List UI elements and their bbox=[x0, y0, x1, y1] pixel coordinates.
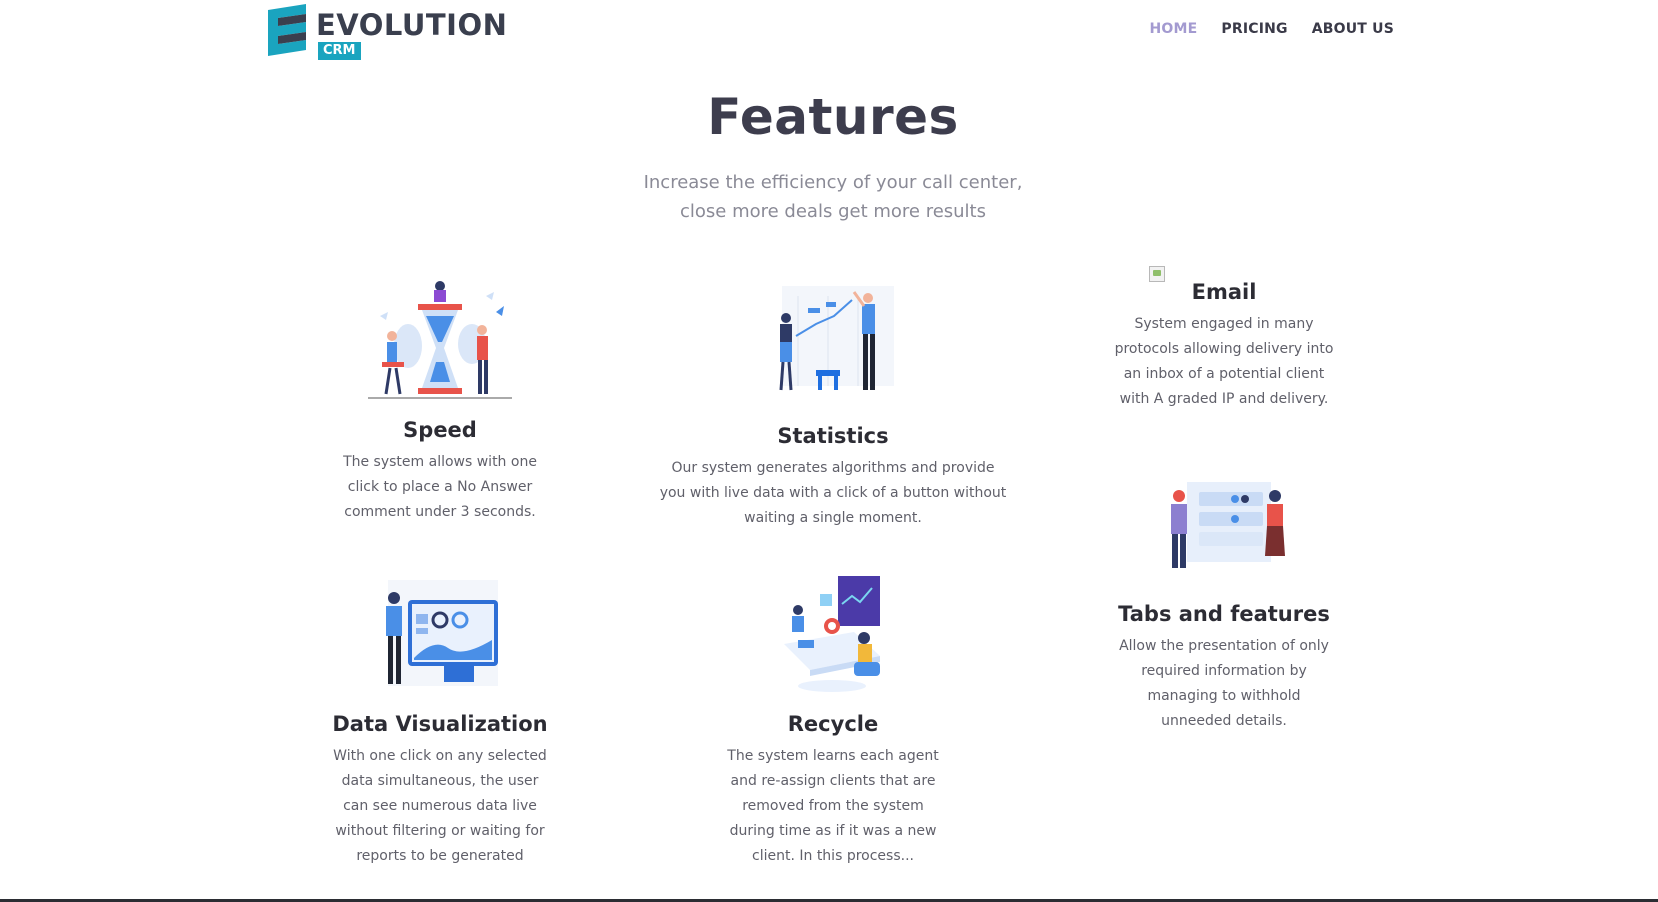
logo-wordmark: EVOLUTION bbox=[316, 8, 508, 42]
feature-speed: Speed The system allows with one click t… bbox=[320, 276, 560, 525]
description-line: unneeded details. bbox=[1161, 713, 1287, 729]
feature-tabs: Tabs and features Allow the presentation… bbox=[1084, 478, 1364, 734]
feature-title: Tabs and features bbox=[1118, 602, 1330, 626]
description-line: reports to be generated bbox=[356, 848, 524, 864]
description-line: an inbox of a potential client bbox=[1123, 366, 1325, 382]
description-line: with A graded IP and delivery. bbox=[1119, 391, 1329, 407]
description-line: Our system generates algorithms and prov… bbox=[671, 460, 995, 476]
brand-logo[interactable]: EVOLUTION CRM bbox=[266, 4, 507, 60]
feature-description: The system allows with one click to plac… bbox=[320, 450, 560, 525]
feature-data-visualization: Data Visualization With one click on any… bbox=[320, 578, 560, 869]
logo-badge: CRM bbox=[318, 42, 361, 60]
workstation-illustration bbox=[784, 576, 880, 692]
description-line: comment under 3 seconds. bbox=[344, 504, 536, 520]
description-line: and re-assign clients that are bbox=[730, 773, 936, 789]
hourglass-illustration bbox=[368, 281, 512, 399]
page-title: Features bbox=[707, 88, 959, 146]
feature-title: Recycle bbox=[787, 712, 879, 736]
description-line: removed from the system bbox=[742, 798, 924, 814]
feature-description: Allow the presentation of only required … bbox=[1084, 634, 1364, 734]
feature-statistics: Statistics Our system generates algorith… bbox=[640, 286, 1026, 531]
description-line: The system learns each agent bbox=[727, 748, 939, 764]
feature-title: Speed bbox=[403, 418, 477, 442]
description-line: data simultaneous, the user bbox=[341, 773, 539, 789]
nav-home[interactable]: HOME bbox=[1149, 21, 1197, 37]
feature-title: Email bbox=[1191, 280, 1257, 304]
feature-recycle: Recycle The system learns each agent and… bbox=[700, 574, 966, 869]
feature-description: Our system generates algorithms and prov… bbox=[640, 456, 1026, 531]
description-line: without filtering or waiting for bbox=[335, 823, 545, 839]
chart-presentation-illustration bbox=[779, 286, 894, 391]
description-line: during time as if it was a new bbox=[729, 823, 937, 839]
nav-about-us[interactable]: ABOUT US bbox=[1312, 21, 1394, 37]
description-line: The system allows with one bbox=[343, 454, 537, 470]
description-line: can see numerous data live bbox=[343, 798, 537, 814]
description-line: managing to withhold bbox=[1147, 688, 1301, 704]
description-line: waiting a single moment. bbox=[744, 510, 922, 526]
description-line: System engaged in many bbox=[1134, 316, 1314, 332]
subtitle-line: Increase the efficiency of your call cen… bbox=[643, 172, 1023, 193]
description-line: Allow the presentation of only bbox=[1119, 638, 1329, 654]
description-line: client. In this process... bbox=[752, 848, 914, 864]
description-line: required information by bbox=[1141, 663, 1307, 679]
description-line: protocols allowing delivery into bbox=[1114, 341, 1334, 357]
feature-description: With one click on any selected data simu… bbox=[320, 744, 560, 869]
description-line: With one click on any selected bbox=[333, 748, 547, 764]
dashboard-illustration bbox=[386, 580, 498, 686]
logo-mark-icon bbox=[268, 4, 306, 56]
feature-title: Statistics bbox=[777, 424, 889, 448]
description-line: click to place a No Answer bbox=[347, 479, 533, 495]
nav-pricing[interactable]: PRICING bbox=[1221, 21, 1287, 37]
feature-description: System engaged in many protocols allowin… bbox=[1084, 312, 1364, 412]
profiles-illustration bbox=[1171, 482, 1285, 568]
page-subtitle: Increase the efficiency of your call cen… bbox=[0, 168, 1658, 226]
description-line: you with live data with a click of a but… bbox=[659, 485, 1007, 501]
main-nav: HOME PRICING ABOUT US bbox=[1149, 21, 1394, 37]
subtitle-line: close more deals get more results bbox=[680, 201, 986, 222]
feature-description: The system learns each agent and re-assi… bbox=[700, 744, 966, 869]
feature-title: Data Visualization bbox=[332, 712, 548, 736]
feature-email: Email System engaged in many protocols a… bbox=[1084, 280, 1364, 412]
